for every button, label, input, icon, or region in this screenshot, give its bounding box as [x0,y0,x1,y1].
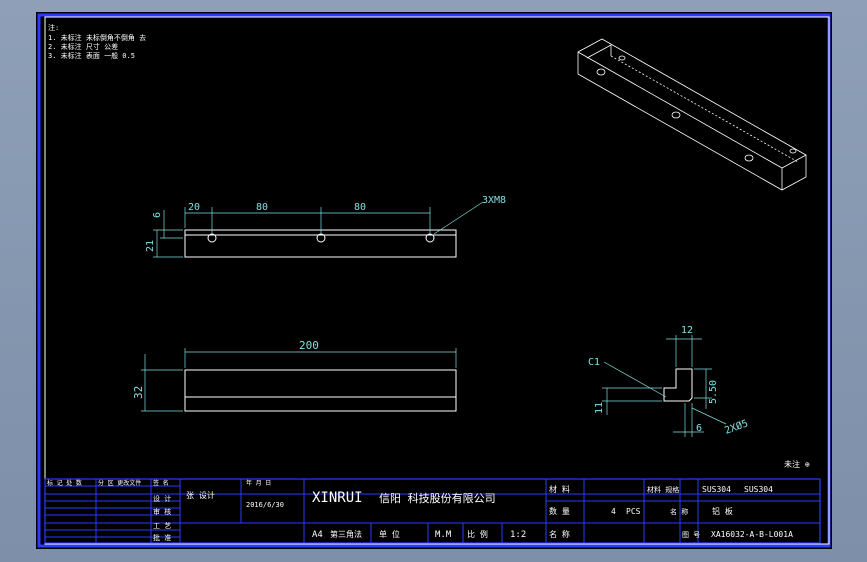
iso-hole [671,111,681,119]
company-chinese: 信阳 科技股份有限公司 [379,491,496,505]
designer: 张 设计 [186,490,215,500]
quantity: 4 [611,507,616,516]
rev-header: 年 月 日 [246,479,271,487]
name-label: 名 称 [549,529,570,539]
iso-hole [744,154,754,162]
part-name: 铝 板 [712,506,733,516]
scale: 1:2 [510,530,526,540]
iso-edge [586,44,612,59]
row-label: 设 计 [153,494,171,503]
iso-outline [577,38,807,191]
leader-line [433,201,484,235]
iso-hole [596,68,606,76]
dim-text: 6 [696,423,702,434]
dim-text: 5.50 [708,380,719,404]
date: 2016/6/30 [246,501,284,509]
top-view: 200 32 [132,339,457,412]
outer-border [37,13,831,548]
sheet-size: A4 [312,530,323,540]
drawing-sheet: 注: 1. 未标注 未标倒角不倒角 去 2. 未标注 尺寸 公差 3. 未标注 … [36,12,832,549]
drawing-label: 图 号 [682,531,700,539]
qty-label: 数 量 [549,506,570,516]
iso-hole [618,55,626,61]
row-label: 批 准 [153,533,171,542]
row-label: 工 艺 [153,522,171,530]
dim-text: 20 [188,202,200,213]
material-label: 材 料 [549,484,570,494]
cad-drawing: 注: 1. 未标注 未标倒角不倒角 去 2. 未标注 尺寸 公差 3. 未标注 … [37,13,831,548]
chamfer-label: C1 [588,357,600,368]
rev-header: 分 区 更改文件 [98,479,141,487]
title-block: 标 记 处 数 分 区 更改文件 签 名 年 月 日 设 计 审 核 工 艺 批… [44,478,821,544]
material-2: SUS304 [744,485,773,494]
qty-unit: PCS [626,507,641,516]
iso-edge [577,51,783,169]
note-line: 2. 未标注 尺寸 公差 [48,42,118,51]
iso-edge [781,154,807,169]
note-line: 3. 未标注 表面 一般 0.5 [48,51,135,60]
dim-text: 200 [299,339,319,352]
note-line: 1. 未标注 未标倒角不倒角 去 [48,33,146,42]
material-label-2: 材料 规格 [647,485,679,494]
dim-text: 21 [145,240,156,252]
isometric-view [577,38,807,191]
leader-line [603,361,667,398]
rev-header: 标 记 处 数 [47,479,82,487]
sheet-label: 第三角法 [330,529,362,539]
leader-line [691,407,727,425]
dim-text: 6 [152,212,163,218]
company-latin: XINRUI [312,490,363,506]
material: SUS304 [702,485,731,494]
top-outline [184,369,457,412]
notes: 注: 1. 未标注 未标倒角不倒角 去 2. 未标注 尺寸 公差 3. 未标注 … [48,23,146,60]
inner-border [44,16,830,545]
unit-label: 单 位 [379,529,400,539]
unit: M.M [435,530,452,540]
section-view: 12 5.50 11 6 C1 2XØ5 [588,325,750,437]
corner-note: 未注 ⊕ [784,459,810,469]
part-name-label: 名 称 [670,507,688,516]
dim-text: 80 [256,202,268,213]
drawing-number: XA16032-A-B-L001A [711,530,793,539]
section-profile [663,368,693,402]
scale-label: 比 例 [467,529,488,539]
notes-heading: 注: [48,23,59,32]
dim-text: 32 [132,386,145,399]
hole-callout: 3XM8 [482,195,506,206]
rev-header: 签 名 [153,479,169,487]
iso-hole [789,148,797,154]
dim-text: 12 [681,325,693,336]
holes-callout: 2XØ5 [723,417,750,437]
row-label: 审 核 [153,507,171,516]
dim-text: 80 [354,202,366,213]
dim-text: 11 [594,402,605,414]
front-view: 20 80 80 6 21 3XM8 [145,195,506,258]
